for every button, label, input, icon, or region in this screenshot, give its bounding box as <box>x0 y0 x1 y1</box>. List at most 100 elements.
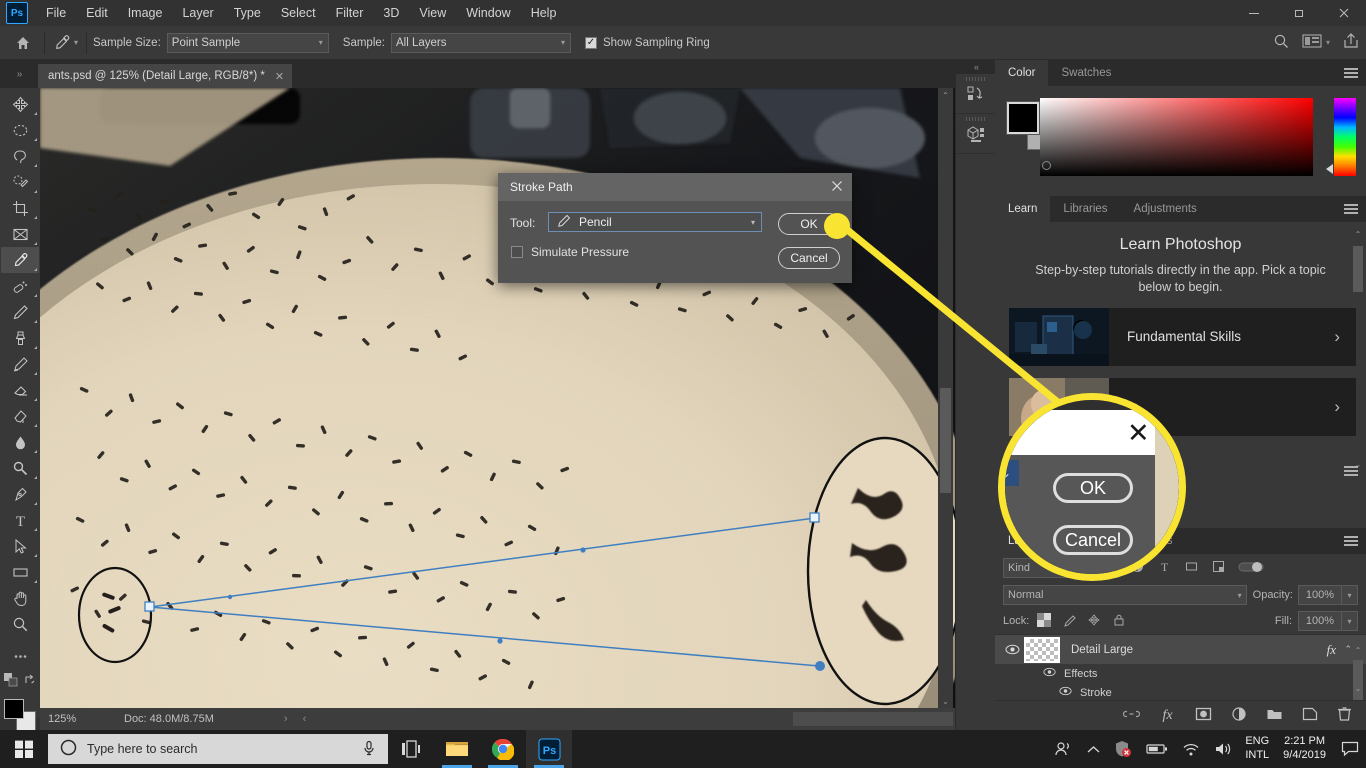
scroll-up-icon[interactable]: ⌃ <box>1352 230 1364 242</box>
frame-tool[interactable] <box>1 221 39 247</box>
new-layer-icon[interactable] <box>1302 707 1318 724</box>
menu-item-window[interactable]: Window <box>456 2 520 24</box>
color-swatches[interactable] <box>2 697 40 733</box>
learn-panel-footer-menu[interactable] <box>1344 466 1358 476</box>
dialog-title-bar[interactable]: Stroke Path <box>498 173 852 201</box>
microphone-icon[interactable] <box>362 740 376 759</box>
crop-tool[interactable] <box>1 195 39 221</box>
filter-shape-icon[interactable] <box>1184 559 1199 577</box>
menu-item-file[interactable]: File <box>36 2 76 24</box>
dialog-cancel-button[interactable]: Cancel <box>778 247 840 269</box>
panel-grip[interactable] <box>966 77 986 81</box>
minimize-button[interactable] <box>1231 0 1276 26</box>
scrollbar-thumb[interactable] <box>1353 246 1363 292</box>
link-layers-icon[interactable] <box>1122 707 1141 724</box>
lock-all-icon[interactable] <box>1112 613 1126 630</box>
layers-list-scrollbar[interactable]: ⌃ ⌄ <box>1352 646 1364 708</box>
effects-visibility-toggle[interactable] <box>1043 667 1056 680</box>
show-hidden-icons-icon[interactable] <box>1080 730 1107 768</box>
dialog-ok-button[interactable]: OK <box>778 213 840 235</box>
zoom-level[interactable]: 125% <box>40 713 100 725</box>
close-icon[interactable]: ✕ <box>275 70 284 83</box>
simulate-pressure-checkbox[interactable]: Simulate Pressure <box>511 245 629 259</box>
hand-tool[interactable] <box>1 585 39 611</box>
scroll-down-icon[interactable]: ⌄ <box>938 694 953 708</box>
elliptical-marquee-tool[interactable] <box>1 117 39 143</box>
opacity-dropdown-icon[interactable]: ▾ <box>1342 585 1358 605</box>
menu-item-3d[interactable]: 3D <box>373 2 409 24</box>
security-alert-icon[interactable] <box>1107 730 1139 768</box>
tab-libraries[interactable]: Libraries <box>1050 196 1120 222</box>
menu-item-layer[interactable]: Layer <box>172 2 223 24</box>
share-icon[interactable] <box>1342 32 1360 53</box>
foreground-color-swatch[interactable] <box>4 699 24 719</box>
learn-card-fundamental-skills[interactable]: Fundamental Skills › <box>1009 307 1356 366</box>
menu-item-view[interactable]: View <box>409 2 456 24</box>
default-colors-icon[interactable] <box>3 672 19 691</box>
search-icon[interactable] <box>1273 33 1290 53</box>
fill-value[interactable]: 100% <box>1298 611 1342 631</box>
delete-layer-icon[interactable] <box>1337 706 1352 725</box>
pen-tool[interactable] <box>1 481 39 507</box>
canvas-horizontal-scrollbar[interactable] <box>793 712 953 726</box>
brush-tool[interactable] <box>1 299 39 325</box>
collapse-panels-icon[interactable]: » <box>0 60 38 88</box>
search-input[interactable]: Type here to search <box>48 734 388 764</box>
dodge-tool[interactable] <box>1 455 39 481</box>
zoom-tool[interactable] <box>1 611 39 637</box>
people-icon[interactable] <box>1048 730 1080 768</box>
effect-visibility-toggle[interactable] <box>1059 686 1072 699</box>
scroll-up-icon[interactable]: ⌃ <box>938 88 953 102</box>
horizontal-type-tool[interactable]: T <box>1 507 39 533</box>
eyedropper-icon[interactable]: ▾ <box>51 31 80 55</box>
menu-item-edit[interactable]: Edit <box>76 2 118 24</box>
battery-icon[interactable] <box>1139 730 1175 768</box>
menu-item-help[interactable]: Help <box>521 2 567 24</box>
eyedropper-tool[interactable] <box>1 247 39 273</box>
menu-item-type[interactable]: Type <box>224 2 271 24</box>
menu-item-image[interactable]: Image <box>118 2 173 24</box>
fill-dropdown-icon[interactable]: ▾ <box>1342 611 1358 631</box>
quick-selection-tool[interactable] <box>1 169 39 195</box>
scroll-down-icon[interactable]: ⌄ <box>1352 684 1364 696</box>
history-panel-icon[interactable] <box>956 74 996 114</box>
spot-healing-brush-tool[interactable] <box>1 273 39 299</box>
learn-panel-menu-button[interactable] <box>1344 196 1358 222</box>
workspace-icon[interactable] <box>1302 33 1322 52</box>
path-selection-tool[interactable] <box>1 533 39 559</box>
opacity-value[interactable]: 100% <box>1298 585 1342 605</box>
lock-image-pixels-icon[interactable] <box>1062 613 1077 630</box>
expand-effects-icon[interactable]: ⌃ <box>1344 644 1352 655</box>
action-center-icon[interactable] <box>1334 730 1366 768</box>
tool-select[interactable]: Pencil ▾ <box>548 212 762 232</box>
photoshop-icon[interactable]: Ps <box>526 730 572 768</box>
google-chrome-icon[interactable] <box>480 730 526 768</box>
add-layer-mask-icon[interactable] <box>1195 707 1212 724</box>
menu-item-filter[interactable]: Filter <box>326 2 374 24</box>
task-view-icon[interactable] <box>388 730 434 768</box>
magnified-cancel-button[interactable]: Cancel <box>1053 525 1133 555</box>
edit-toolbar-tool[interactable] <box>1 643 39 669</box>
wifi-icon[interactable] <box>1175 730 1207 768</box>
home-icon[interactable] <box>8 30 38 56</box>
layer-visibility-toggle[interactable] <box>1001 644 1023 655</box>
tab-adjustments[interactable]: Adjustments <box>1121 196 1210 222</box>
swap-colors-icon[interactable] <box>23 673 37 690</box>
windows-start-icon[interactable] <box>0 730 48 768</box>
layer-effects-badge[interactable]: fx <box>1327 642 1336 658</box>
language-indicator[interactable]: ENG INTL <box>1239 735 1275 763</box>
color-panel-menu-button[interactable] <box>1344 60 1358 86</box>
layer-effects-group[interactable]: Effects <box>995 664 1366 683</box>
lock-position-icon[interactable] <box>1087 613 1101 630</box>
file-explorer-icon[interactable] <box>434 730 480 768</box>
layers-panel-menu-button[interactable] <box>1344 528 1358 554</box>
clone-stamp-tool[interactable] <box>1 325 39 351</box>
gradient-tool[interactable] <box>1 403 39 429</box>
stroke-path-dialog[interactable]: Stroke Path Tool: Pencil ▾ Simulate Pres… <box>498 173 852 283</box>
maximize-button[interactable] <box>1276 0 1321 26</box>
canvas-vertical-scrollbar[interactable]: ⌃ ⌄ <box>938 88 953 708</box>
new-group-icon[interactable] <box>1266 707 1283 724</box>
blur-tool[interactable] <box>1 429 39 455</box>
layer-thumbnail[interactable] <box>1024 636 1060 663</box>
volume-icon[interactable] <box>1207 730 1239 768</box>
